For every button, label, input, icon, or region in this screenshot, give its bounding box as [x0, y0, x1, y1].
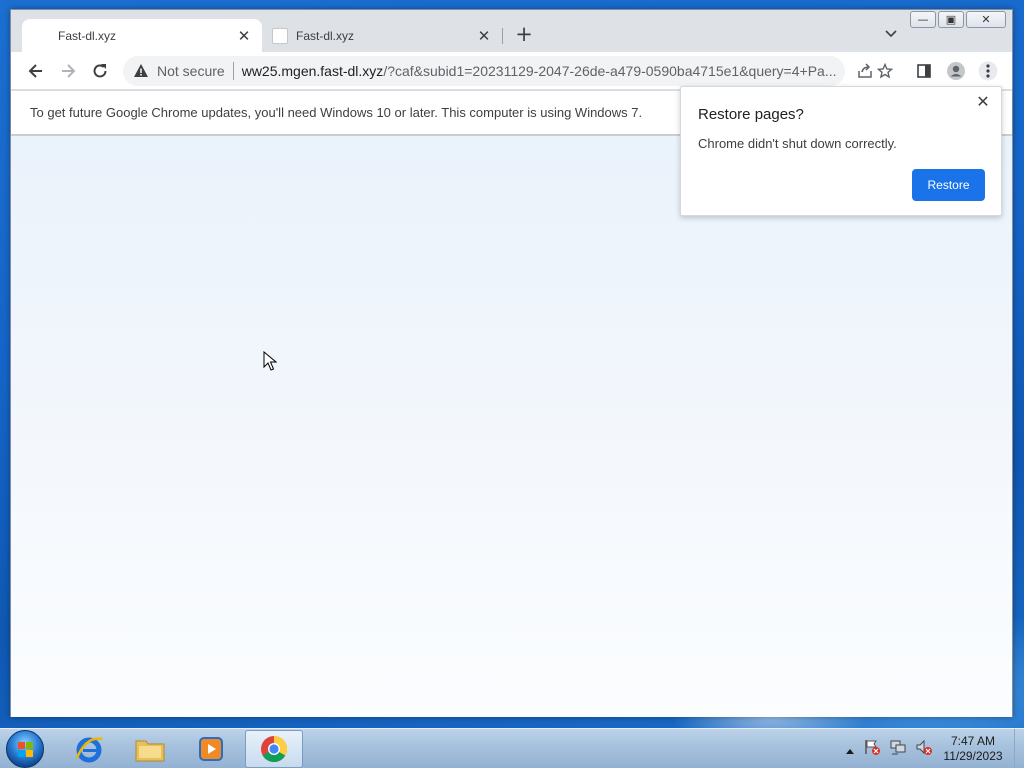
new-tab-plus-icon[interactable]: +: [513, 24, 535, 46]
tab-inactive[interactable]: Fast-dl.xyz ✕: [262, 19, 502, 52]
taskbar-chrome[interactable]: [245, 730, 303, 768]
restore-message: Chrome didn't shut down correctly.: [698, 136, 897, 151]
warning-icon[interactable]: [133, 63, 149, 79]
tab-strip: Fast-dl.xyz ✕ Fast-dl.xyz ✕ +: [11, 10, 1012, 52]
blank-page-icon: [272, 27, 288, 44]
taskbar-media-player[interactable]: [182, 730, 240, 768]
taskbar-clock[interactable]: 7:47 AM 11/29/2023: [940, 734, 1006, 764]
tab-separator: [502, 28, 503, 44]
show-hidden-icons-chevron-up-icon[interactable]: [845, 740, 855, 759]
restore-title: Restore pages?: [698, 106, 804, 123]
network-icon[interactable]: [889, 738, 907, 760]
taskbar-explorer[interactable]: [121, 730, 179, 768]
url-path: /?caf&subid1=20231129-2047-26de-a479-059…: [383, 63, 837, 79]
action-center-flag-icon[interactable]: [863, 738, 881, 760]
clock-time: 7:47 AM: [950, 734, 996, 748]
media-player-icon: [199, 737, 223, 761]
url-domain: ww25.mgen.fast-dl.xyz: [241, 63, 384, 79]
address-divider: [232, 62, 234, 80]
restore-close-icon[interactable]: ✕: [974, 94, 992, 112]
folder-icon: [135, 740, 165, 762]
internet-explorer-icon: [75, 737, 103, 763]
tab-title: Fast-dl.xyz: [296, 28, 355, 43]
tab-search-chevron-down-icon[interactable]: [885, 27, 897, 41]
start-button[interactable]: [6, 730, 44, 768]
tab-title: Fast-dl.xyz: [58, 28, 117, 43]
chrome-window: — ▣ ✕ Fast-dl.xyz ✕ Fast-dl.xyz ✕ + Not …: [10, 9, 1013, 717]
profile-icon[interactable]: [945, 60, 967, 82]
page-content: [11, 136, 1012, 717]
side-panel-icon[interactable]: [913, 60, 935, 82]
reload-icon[interactable]: [89, 60, 111, 82]
security-label[interactable]: Not secure: [157, 63, 225, 79]
mouse-cursor-icon: [263, 351, 277, 371]
tab-close-icon[interactable]: ✕: [476, 27, 492, 45]
restore-pages-bubble: Restore pages? Chrome didn't shut down c…: [680, 86, 1002, 216]
windows-logo-icon: [18, 742, 33, 757]
volume-muted-icon[interactable]: [915, 738, 933, 760]
tab-active[interactable]: Fast-dl.xyz ✕: [22, 19, 262, 52]
chrome-icon: [261, 735, 288, 763]
tab-close-icon[interactable]: ✕: [236, 27, 252, 45]
windows-taskbar: 7:47 AM 11/29/2023: [0, 728, 1024, 768]
restore-button[interactable]: Restore: [912, 169, 985, 201]
show-desktop-button[interactable]: [1014, 729, 1024, 768]
system-tray: [845, 729, 933, 768]
taskbar-internet-explorer[interactable]: [60, 730, 118, 768]
star-icon[interactable]: [873, 56, 897, 86]
infobar-message: To get future Google Chrome updates, you…: [30, 105, 643, 120]
back-icon[interactable]: [25, 60, 47, 82]
address-bar[interactable]: Not secure ww25.mgen.fast-dl.xyz/?caf&su…: [123, 56, 845, 86]
browser-toolbar: Not secure ww25.mgen.fast-dl.xyz/?caf&su…: [11, 52, 1012, 90]
forward-icon[interactable]: [57, 60, 79, 82]
clock-date: 11/29/2023: [943, 749, 1003, 763]
menu-icon[interactable]: [977, 60, 999, 82]
